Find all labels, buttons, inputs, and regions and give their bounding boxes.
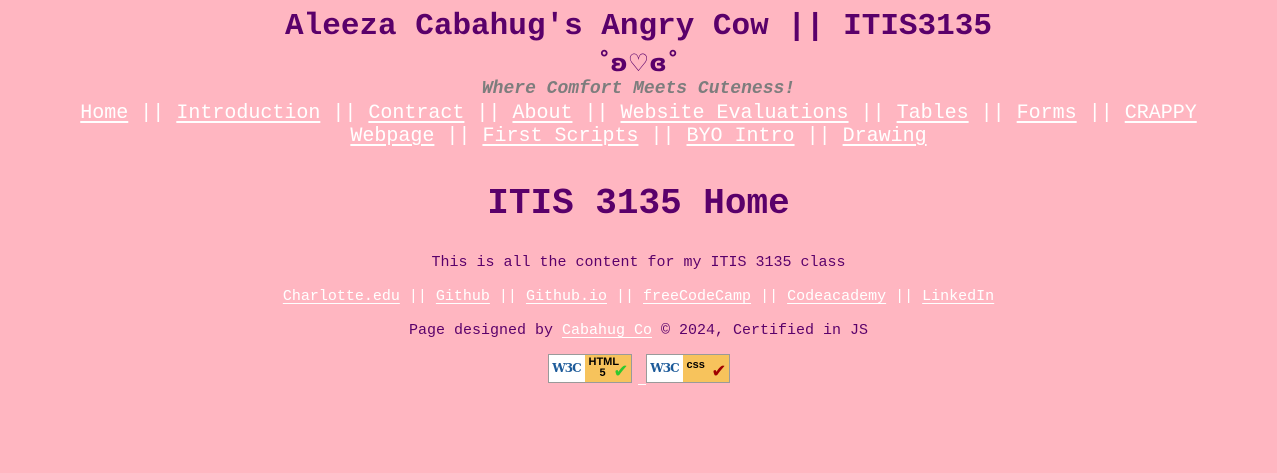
tagline: Where Comfort Meets Cuteness! [481,79,796,99]
check-icon: ✔ [711,361,727,382]
site-title: Aleeza Cabahug's Angry Cow || ITIS3135 [285,9,992,44]
credits-suffix: © 2024, Certified in JS [661,322,869,339]
footer-link-linkedin[interactable]: LinkedIn [922,288,994,305]
nav-separator: || [446,125,471,148]
credits-link[interactable]: Cabahug Co [562,322,652,339]
nav-link-first-scripts[interactable]: First Scripts [482,125,638,148]
footer-separator: || [615,288,634,305]
nav-link-drawing[interactable]: Drawing [843,125,927,148]
w3c-logo: W3C [548,355,585,382]
validation-badges: W3C HTML 5 ✔ W3C css ✔ [0,354,1277,385]
site-header: Aleeza Cabahug's Angry Cow || ITIS3135 ˚… [0,0,1277,148]
badge-kind: HTML 5 ✔ [584,355,631,382]
footer-separator: || [895,288,914,305]
html5-validation-badge[interactable]: W3C HTML 5 ✔ [547,354,632,383]
site-footer: Charlotte.edu || Github || Github.io || … [0,288,1277,385]
nav-separator: || [650,125,675,148]
nav-separator: || [584,102,609,125]
nav-separator: || [476,102,501,125]
footer-separator: || [408,288,427,305]
nav-separator: || [860,102,885,125]
footer-link-github[interactable]: Github [436,288,490,305]
nav-link-forms[interactable]: Forms [1017,102,1077,125]
credits-line: Page designed by Cabahug Co © 2024, Cert… [0,322,1277,340]
footer-separator: || [760,288,779,305]
footer-link-github-io[interactable]: Github.io [526,288,607,305]
page-title: ITIS 3135 Home [487,183,790,224]
footer-links: Charlotte.edu || Github || Github.io || … [0,288,1277,306]
main-nav: Home || Introduction || Contract || Abou… [59,102,1219,148]
content-text: This is all the content for my ITIS 3135… [431,254,846,271]
nav-link-home[interactable]: Home [80,102,128,125]
badge-kind-label: HTML 5 [588,356,620,379]
nav-separator: || [140,102,165,125]
check-icon: ✔ [613,361,629,382]
nav-separator: || [806,125,831,148]
badge-spacer [632,354,646,385]
nav-link-tables[interactable]: Tables [897,102,969,125]
nav-separator: || [1088,102,1113,125]
main-content: ITIS 3135 Home This is all the content f… [0,182,1277,272]
credits-prefix: Page designed by [408,322,553,339]
nav-separator: || [332,102,357,125]
badge-kind: css ✔ [682,355,729,382]
footer-link-codeacademy[interactable]: Codeacademy [787,288,886,305]
badge-kind-label: css [686,359,705,371]
w3c-logo: W3C [646,355,683,382]
footer-separator: || [498,288,517,305]
footer-link-charlotte[interactable]: Charlotte.edu [283,288,400,305]
css-validation-badge[interactable]: W3C css ✔ [645,354,730,383]
nav-link-about[interactable]: About [512,102,572,125]
nav-link-contract[interactable]: Contract [368,102,464,125]
nav-link-website-evaluations[interactable]: Website Evaluations [621,102,849,125]
nav-separator: || [980,102,1005,125]
footer-link-freecodecamp[interactable]: freeCodeCamp [643,288,751,305]
nav-link-introduction[interactable]: Introduction [176,102,320,125]
nav-link-byo-intro[interactable]: BYO Intro [687,125,795,148]
kaomoji-decoration: ˚ʚ♡ɞ˚ [598,49,679,77]
